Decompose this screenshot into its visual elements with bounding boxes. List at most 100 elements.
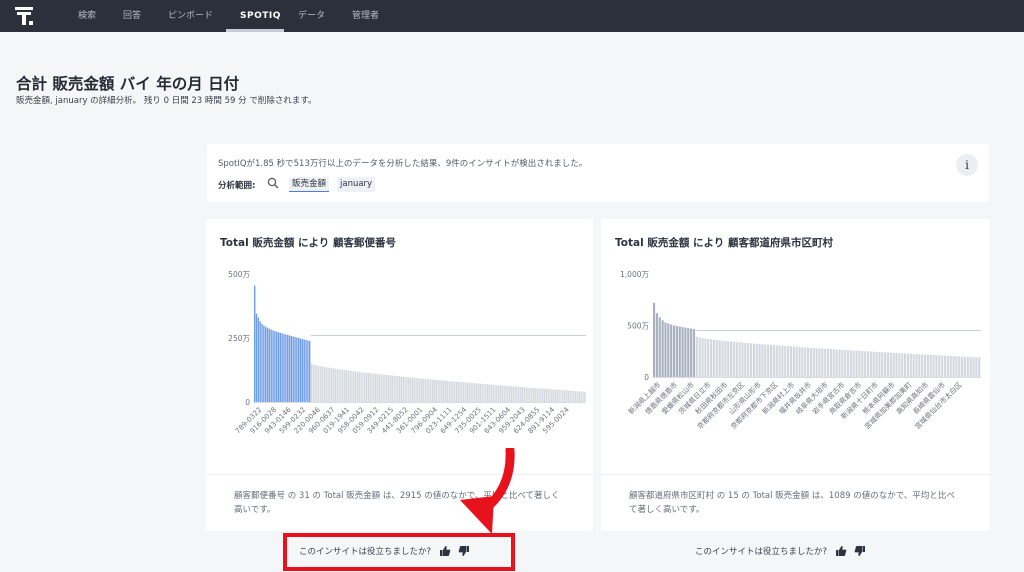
- bar[interactable]: [329, 367, 331, 402]
- bar[interactable]: [573, 390, 575, 402]
- bar[interactable]: [801, 347, 804, 377]
- bar[interactable]: [562, 390, 564, 402]
- bar[interactable]: [846, 350, 850, 377]
- bar[interactable]: [453, 381, 456, 403]
- bar[interactable]: [501, 385, 503, 402]
- bar[interactable]: [869, 351, 872, 377]
- bar[interactable]: [582, 391, 584, 402]
- bar[interactable]: [393, 375, 395, 402]
- bar[interactable]: [318, 365, 320, 402]
- bar[interactable]: [334, 368, 337, 402]
- bar[interactable]: [373, 373, 375, 402]
- bar[interactable]: [744, 342, 747, 377]
- bar[interactable]: [452, 381, 454, 402]
- bar[interactable]: [492, 384, 494, 402]
- bar[interactable]: [712, 339, 716, 377]
- bar[interactable]: [864, 351, 867, 377]
- bar[interactable]: [735, 342, 738, 377]
- bar[interactable]: [844, 349, 847, 377]
- bar[interactable]: [932, 355, 935, 377]
- bar[interactable]: [576, 391, 579, 402]
- bar-highlighted[interactable]: [303, 339, 305, 402]
- bar[interactable]: [444, 380, 447, 402]
- bar[interactable]: [402, 376, 404, 402]
- bar[interactable]: [507, 385, 509, 402]
- bar[interactable]: [861, 351, 864, 377]
- bar[interactable]: [415, 377, 417, 402]
- bar[interactable]: [376, 374, 379, 402]
- bar[interactable]: [804, 347, 807, 377]
- bar[interactable]: [380, 374, 382, 402]
- bar[interactable]: [408, 377, 410, 402]
- bar[interactable]: [852, 350, 855, 377]
- bar[interactable]: [540, 388, 542, 403]
- bar-highlighted[interactable]: [257, 317, 260, 402]
- bar[interactable]: [707, 339, 710, 377]
- bar[interactable]: [835, 349, 838, 377]
- bar[interactable]: [347, 370, 349, 403]
- bar-highlighted[interactable]: [254, 285, 256, 402]
- bar[interactable]: [497, 385, 500, 402]
- nav-spotiq[interactable]: SPOTIQ: [240, 0, 281, 32]
- bar[interactable]: [975, 357, 978, 377]
- bar[interactable]: [941, 355, 944, 378]
- bar[interactable]: [437, 380, 439, 402]
- bar[interactable]: [409, 377, 412, 402]
- bar-highlighted[interactable]: [281, 333, 283, 402]
- bar[interactable]: [884, 352, 887, 377]
- bar[interactable]: [551, 389, 553, 402]
- bar[interactable]: [929, 354, 932, 377]
- bar[interactable]: [866, 351, 870, 377]
- bar[interactable]: [926, 354, 929, 377]
- bar[interactable]: [886, 352, 890, 378]
- bar[interactable]: [895, 352, 898, 377]
- bar[interactable]: [446, 380, 448, 402]
- bar[interactable]: [369, 373, 371, 402]
- bar[interactable]: [889, 352, 892, 377]
- bar[interactable]: [818, 348, 821, 377]
- bar[interactable]: [431, 379, 434, 402]
- bar[interactable]: [549, 389, 551, 402]
- bar[interactable]: [325, 367, 327, 402]
- bar[interactable]: [382, 374, 384, 402]
- bar[interactable]: [360, 372, 362, 402]
- bar-highlighted[interactable]: [664, 322, 667, 377]
- bar[interactable]: [424, 378, 426, 402]
- bar-highlighted[interactable]: [266, 327, 269, 402]
- bar-highlighted[interactable]: [292, 336, 294, 402]
- bar[interactable]: [769, 344, 773, 377]
- bar-highlighted[interactable]: [298, 338, 300, 402]
- bar[interactable]: [538, 388, 540, 402]
- bar[interactable]: [457, 381, 459, 402]
- bar[interactable]: [518, 386, 520, 402]
- bar[interactable]: [472, 383, 474, 402]
- bar-highlighted[interactable]: [263, 325, 265, 402]
- bar[interactable]: [938, 355, 941, 377]
- bar[interactable]: [384, 374, 386, 402]
- bar[interactable]: [483, 384, 485, 402]
- bar[interactable]: [464, 382, 467, 402]
- bar[interactable]: [764, 344, 767, 377]
- bar[interactable]: [342, 369, 344, 402]
- bar[interactable]: [356, 371, 359, 402]
- bar[interactable]: [470, 382, 472, 402]
- bar[interactable]: [571, 390, 573, 402]
- bar[interactable]: [534, 388, 537, 402]
- bar-highlighted[interactable]: [692, 329, 696, 377]
- bar[interactable]: [364, 372, 366, 402]
- bar[interactable]: [747, 343, 750, 377]
- bar-highlighted[interactable]: [287, 334, 289, 402]
- bar[interactable]: [704, 338, 707, 377]
- bar[interactable]: [718, 340, 721, 377]
- thumbs-up-icon[interactable]: [835, 545, 847, 557]
- bar[interactable]: [574, 391, 577, 402]
- bar[interactable]: [523, 387, 526, 402]
- bar-highlighted[interactable]: [307, 340, 309, 402]
- bar[interactable]: [529, 387, 531, 402]
- bar[interactable]: [730, 341, 733, 377]
- bar-highlighted[interactable]: [661, 320, 664, 377]
- bar-highlighted[interactable]: [272, 330, 274, 402]
- bar[interactable]: [490, 384, 492, 402]
- bar[interactable]: [525, 387, 527, 402]
- bar[interactable]: [972, 357, 975, 377]
